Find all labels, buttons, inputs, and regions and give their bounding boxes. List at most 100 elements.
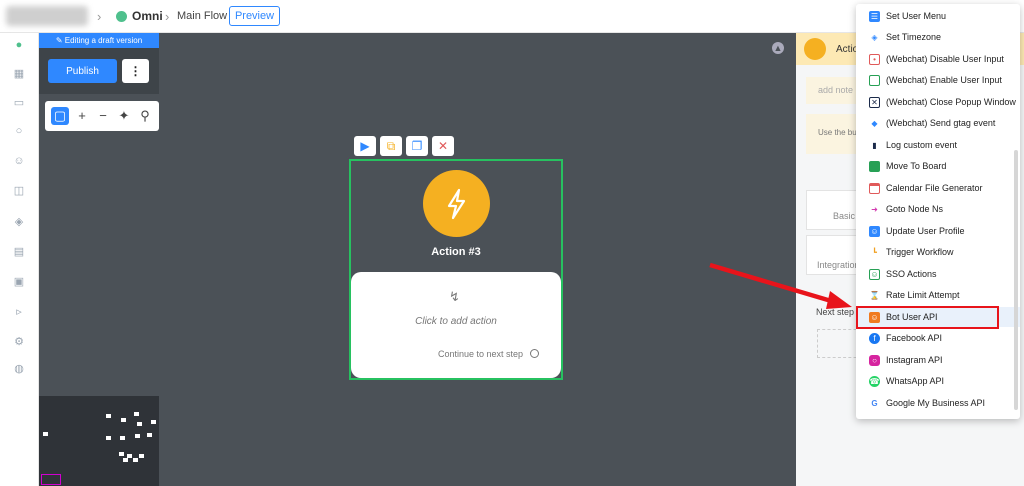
menu-item-label: Set User Menu (886, 11, 947, 21)
globe-icon[interactable]: ◈ (13, 216, 25, 228)
menu-icon: ☰ (869, 10, 880, 22)
profile-icon: ☺ (869, 225, 880, 237)
menu-item-calendar[interactable]: Calendar File Generator (856, 178, 1020, 198)
bar-chart-icon: ▮ (872, 140, 877, 150)
node-title: Action #3 (431, 246, 481, 258)
more-options-button[interactable]: ⋮ (122, 59, 149, 83)
minimap-node (139, 454, 144, 458)
menu-item-label: SSO Actions (886, 269, 937, 279)
add-action-link[interactable]: Click to add action (351, 316, 561, 327)
facebook-icon: f (869, 332, 880, 344)
goto-icon: ➜ (871, 204, 878, 214)
minimap-viewport[interactable] (41, 474, 61, 485)
magic-wand-icon[interactable]: ✦ (115, 107, 133, 125)
menu-item-label: Move To Board (886, 161, 947, 171)
minimap-node (43, 432, 48, 436)
menu-item-label: (Webchat) Disable User Input (886, 54, 1004, 64)
menu-item-label: Facebook API (886, 333, 943, 343)
action-menu: ☰ Set User Menu ◈ Set Timezone • (Webchat) … (856, 4, 1020, 419)
instagram-icon: ○ (869, 354, 880, 366)
workflow-icon: ┗ (872, 247, 877, 257)
bolt-icon (447, 188, 466, 220)
minimap-node (123, 458, 128, 462)
menu-item-set-user-menu[interactable]: ☰ Set User Menu (856, 6, 1020, 26)
left-rail: ● ▦ ▭ ○ ☺ ◫ ◈ ▤ ▣ ▹ ⚙ ◍ (0, 33, 39, 486)
menu-item-rate-limit[interactable]: ⌛ Rate Limit Attempt (856, 285, 1020, 305)
grid-table-icon[interactable]: ▤ (13, 246, 25, 258)
minimap-node (133, 458, 138, 462)
menu-item-goto-node[interactable]: ➜ Goto Node Ns (856, 199, 1020, 219)
app-name: Omni (132, 9, 163, 23)
bolt-icon (804, 38, 826, 60)
minimap-node (106, 414, 111, 418)
menu-item-log-event[interactable]: ▮ Log custom event (856, 135, 1020, 155)
close-window-icon: ✕ (869, 96, 880, 108)
menu-item-label: WhatsApp API (886, 376, 945, 386)
draft-banner-text: Editing a draft version (64, 36, 143, 45)
copy-icon[interactable]: ⧉ (380, 136, 402, 156)
bolt-icon: ↯ (449, 289, 460, 304)
board-icon (869, 160, 880, 172)
headset-icon[interactable]: ○ (13, 125, 25, 137)
zoom-in-icon[interactable]: + (73, 107, 91, 125)
play-icon[interactable]: ▶ (354, 136, 376, 156)
menu-item-enable-input[interactable]: (Webchat) Enable User Input (856, 70, 1020, 90)
menu-item-disable-input[interactable]: • (Webchat) Disable User Input (856, 49, 1020, 69)
menu-item-instagram[interactable]: ○ Instagram API (856, 350, 1020, 370)
menu-item-label: Update User Profile (886, 226, 965, 236)
zoom-out-icon[interactable]: − (94, 107, 112, 125)
continue-connector[interactable] (530, 349, 539, 358)
google-icon: G (871, 398, 878, 408)
menu-item-label: (Webchat) Close Popup Window (886, 97, 1016, 107)
chevron-right-icon: › (97, 9, 102, 24)
menu-item-label: Goto Node Ns (886, 204, 944, 214)
user-icon[interactable]: ☺ (13, 155, 25, 167)
menu-item-label: Instagram API (886, 355, 943, 365)
megaphone-icon[interactable]: ▹ (13, 306, 25, 318)
minimap-node (121, 418, 126, 422)
scroll-up-icon[interactable]: ▲ (772, 42, 784, 54)
menu-item-sso[interactable]: ☺ SSO Actions (856, 264, 1020, 284)
breadcrumb-flow[interactable]: Main Flow (177, 10, 227, 22)
menu-item-trigger-workflow[interactable]: ┗ Trigger Workflow (856, 242, 1020, 262)
minimap-node (151, 420, 156, 424)
minimap-node (106, 436, 111, 440)
calendar-icon (869, 182, 880, 194)
minimap-node (147, 433, 152, 437)
menu-item-set-timezone[interactable]: ◈ Set Timezone (856, 27, 1020, 47)
menu-item-move-board[interactable]: Move To Board (856, 156, 1020, 176)
delete-icon[interactable]: ✕ (432, 136, 454, 156)
support-icon[interactable]: ◍ (13, 363, 25, 375)
omni-logo-icon (116, 10, 127, 22)
input-disable-icon: • (869, 53, 880, 65)
canvas-toolbar: ▢ + − ✦ ⚲ (45, 101, 159, 131)
book-icon[interactable]: ◫ (13, 185, 25, 197)
menu-item-whatsapp[interactable]: ☎ WhatsApp API (856, 371, 1020, 391)
preview-button[interactable]: Preview (229, 6, 280, 26)
archive-icon[interactable]: ▣ (13, 276, 25, 288)
grid-icon[interactable]: ▦ (13, 68, 25, 80)
menu-item-facebook[interactable]: f Facebook API (856, 328, 1020, 348)
menu-item-close-popup[interactable]: ✕ (Webchat) Close Popup Window (856, 92, 1020, 112)
chat-icon[interactable]: ● (13, 39, 25, 51)
menu-scrollbar[interactable] (1014, 150, 1018, 410)
publish-button[interactable]: Publish (48, 59, 117, 83)
folder-icon[interactable]: ▢ (51, 107, 69, 125)
gear-icon[interactable]: ⚙ (13, 336, 25, 348)
menu-item-label: Log custom event (886, 140, 958, 150)
tag-icon: ◆ (871, 118, 878, 128)
node-action-bar: ▶ ⧉ ❐ ✕ (354, 136, 454, 156)
breadcrumb-app[interactable]: Omni (116, 9, 163, 23)
minimap[interactable] (39, 396, 159, 486)
duplicate-icon[interactable]: ❐ (406, 136, 428, 156)
minimap-node (119, 452, 124, 456)
menu-item-google-business[interactable]: G Google My Business API (856, 393, 1020, 413)
menu-item-update-profile[interactable]: ☺ Update User Profile (856, 221, 1020, 241)
chevron-right-icon: › (165, 9, 170, 24)
monitor-icon[interactable]: ▭ (13, 97, 25, 109)
minimap-node (134, 412, 139, 416)
menu-item-label: (Webchat) Enable User Input (886, 75, 1002, 85)
menu-item-label: Rate Limit Attempt (886, 290, 960, 300)
search-icon[interactable]: ⚲ (136, 107, 154, 125)
menu-item-gtag[interactable]: ◆ (Webchat) Send gtag event (856, 113, 1020, 133)
